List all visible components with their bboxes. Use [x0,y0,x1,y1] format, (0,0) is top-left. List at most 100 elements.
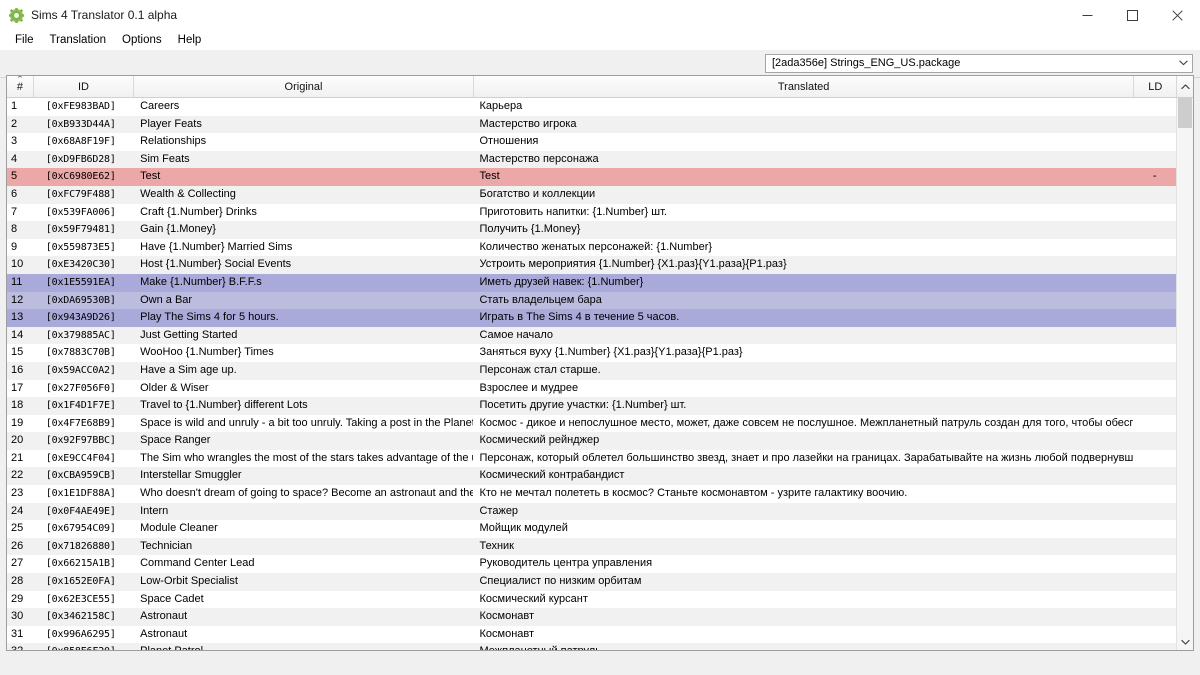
chevron-down-scroll-icon [1181,639,1190,645]
cell-num: 5 [7,168,34,186]
cell-original: Craft {1.Number} Drinks [134,204,473,222]
scroll-down-button[interactable] [1177,634,1193,650]
menu-item-help[interactable]: Help [170,32,210,48]
cell-original: Interstellar Smuggler [134,467,473,485]
scrollbar-thumb[interactable] [1178,98,1192,128]
filter-button-group [200,52,298,75]
title-bar-left: Sims 4 Translator 0.1 alpha [0,8,177,23]
cell-original: Astronaut [134,608,473,626]
maximize-button[interactable] [1110,0,1155,30]
cell-id: [0x92F97BBC] [34,432,134,450]
back-arrow-button[interactable] [173,53,195,74]
table-row[interactable]: 24[0x0F4AE49E]InternСтажер [7,503,1176,521]
table-row[interactable]: 21[0xE9CC4F04]The Sim who wrangles the m… [7,450,1176,468]
table-row[interactable]: 27[0x66215A1B]Command Center LeadРуковод… [7,555,1176,573]
table-row[interactable]: 23[0x1E1DF88A]Who doesn't dream of going… [7,485,1176,503]
cell-id: [0x66215A1B] [34,555,134,573]
table-row[interactable]: 13[0x943A9D26]Play The Sims 4 for 5 hour… [7,309,1176,327]
minimize-button[interactable] [1065,0,1110,30]
cell-num: 17 [7,380,34,398]
list-lines-red-icon [230,56,245,71]
table-row[interactable]: 29[0x62E3CE55]Space CadetКосмический кур… [7,591,1176,609]
cell-id: [0x379885AC] [34,327,134,345]
table-row[interactable]: 25[0x67954C09]Module CleanerМойщик модул… [7,520,1176,538]
column-header-number[interactable]: ⌃ # [7,76,34,97]
menu-item-file[interactable]: File [7,32,42,48]
cell-translated: Космический курсант [473,591,1133,609]
table-row[interactable]: 26[0x71826880]TechnicianТехник [7,538,1176,556]
cell-num: 13 [7,309,34,327]
cell-ld [1133,397,1176,415]
cell-ld [1133,608,1176,626]
menu-item-translation[interactable]: Translation [42,32,114,48]
vertical-scrollbar[interactable] [1176,98,1193,650]
table-row[interactable]: 22[0xCBA959CB]Interstellar SmugglerКосми… [7,467,1176,485]
table-row[interactable]: 1[0xFE983BAD]CareersКарьера [7,98,1176,116]
close-button[interactable] [1155,0,1200,30]
table-row[interactable]: 31[0x996A6295]AstronautКосмонавт [7,626,1176,644]
filter-all-button[interactable] [202,53,224,74]
table-row[interactable]: 19[0x4F7E68B9]Space is wild and unruly -… [7,415,1176,433]
table-row[interactable]: 11[0x1E5591EA]Make {1.Number} B.F.F.sИме… [7,274,1176,292]
find-button[interactable] [327,53,349,74]
cell-ld [1133,626,1176,644]
table-row[interactable]: 2[0xB933D44A]Player FeatsМастерство игро… [7,116,1176,134]
cell-ld [1133,116,1176,134]
table-row[interactable]: 8[0x59F79481]Gain {1.Money}Получить {1.M… [7,221,1176,239]
list-lines-yellow-icon [307,56,322,71]
table-row[interactable]: 10[0xE3420C30]Host {1.Number} Social Eve… [7,256,1176,274]
package-select[interactable]: [2ada356e] Strings_ENG_US.package [765,54,1193,73]
cell-translated: Космонавт [473,626,1133,644]
table-row[interactable]: 3[0x68A8F19F]RelationshipsОтношения [7,133,1176,151]
filter-partial-button[interactable] [303,53,325,74]
table-row[interactable]: 5[0xC6980E62]TestTest- [7,168,1176,186]
table-row[interactable]: 32[0x858E6F20]Planet PatrolМежпланетный … [7,643,1176,650]
cell-id: [0xB933D44A] [34,116,134,134]
table-row[interactable]: 28[0x1652E0FA]Low-Orbit SpecialistСпециа… [7,573,1176,591]
filter-translated-button[interactable] [250,53,272,74]
cell-original: Host {1.Number} Social Events [134,256,473,274]
scroll-up-button[interactable] [1177,76,1193,97]
cell-ld [1133,520,1176,538]
menu-item-options[interactable]: Options [114,32,170,48]
column-header-translated-label: Translated [778,81,830,93]
cell-ld [1133,327,1176,345]
table-row[interactable]: 15[0x7883C70B]WooHoo {1.Number} TimesЗан… [7,344,1176,362]
table-row[interactable]: 30[0x3462158C]AstronautКосмонавт [7,608,1176,626]
filter-validated-button[interactable] [274,53,296,74]
cell-id: [0x858E6F20] [34,643,134,650]
column-header-id[interactable]: ID [34,76,134,97]
cell-ld [1133,309,1176,327]
column-header-translated[interactable]: Translated [474,76,1135,97]
column-header-id-label: ID [78,81,89,93]
cell-ld [1133,380,1176,398]
cell-num: 24 [7,503,34,521]
column-header-ld[interactable]: LD [1134,76,1177,97]
filter-untranslated-button[interactable] [226,53,248,74]
cell-translated: Богатство и коллекции [473,186,1133,204]
table-row[interactable]: 6[0xFC79F488]Wealth & CollectingБогатств… [7,186,1176,204]
cell-id: [0x67954C09] [34,520,134,538]
table-row[interactable]: 9[0x559873E5]Have {1.Number} Married Sim… [7,239,1176,257]
cell-ld [1133,467,1176,485]
search-input[interactable] [8,55,168,72]
cell-original: Travel to {1.Number} different Lots [134,397,473,415]
cell-ld [1133,450,1176,468]
chevron-down-glyph [1179,60,1188,66]
cell-original: The Sim who wrangles the most of the sta… [134,450,473,468]
cell-original: Space Cadet [134,591,473,609]
table-row[interactable]: 16[0x59ACC0A2]Have a Sim age up.Персонаж… [7,362,1176,380]
table-row[interactable]: 17[0x27F056F0]Older & WiserВзрослее и му… [7,380,1176,398]
table-row[interactable]: 4[0xD9FB6D28]Sim FeatsМастерство персона… [7,151,1176,169]
cell-original: WooHoo {1.Number} Times [134,344,473,362]
cell-original: Gain {1.Money} [134,221,473,239]
column-header-original[interactable]: Original [134,76,474,97]
table-row[interactable]: 14[0x379885AC]Just Getting StartedСамое … [7,327,1176,345]
table-row[interactable]: 20[0x92F97BBC]Space RangerКосмический ре… [7,432,1176,450]
cell-original: Player Feats [134,116,473,134]
list-lines-purple-icon [278,56,293,71]
table-row[interactable]: 12[0xDA69530B]Own a BarСтать владельцем … [7,292,1176,310]
table-row[interactable]: 18[0x1F4D1F7E]Travel to {1.Number} diffe… [7,397,1176,415]
table-row[interactable]: 7[0x539FA006]Craft {1.Number} DrinksПриг… [7,204,1176,222]
cell-original: Space Ranger [134,432,473,450]
